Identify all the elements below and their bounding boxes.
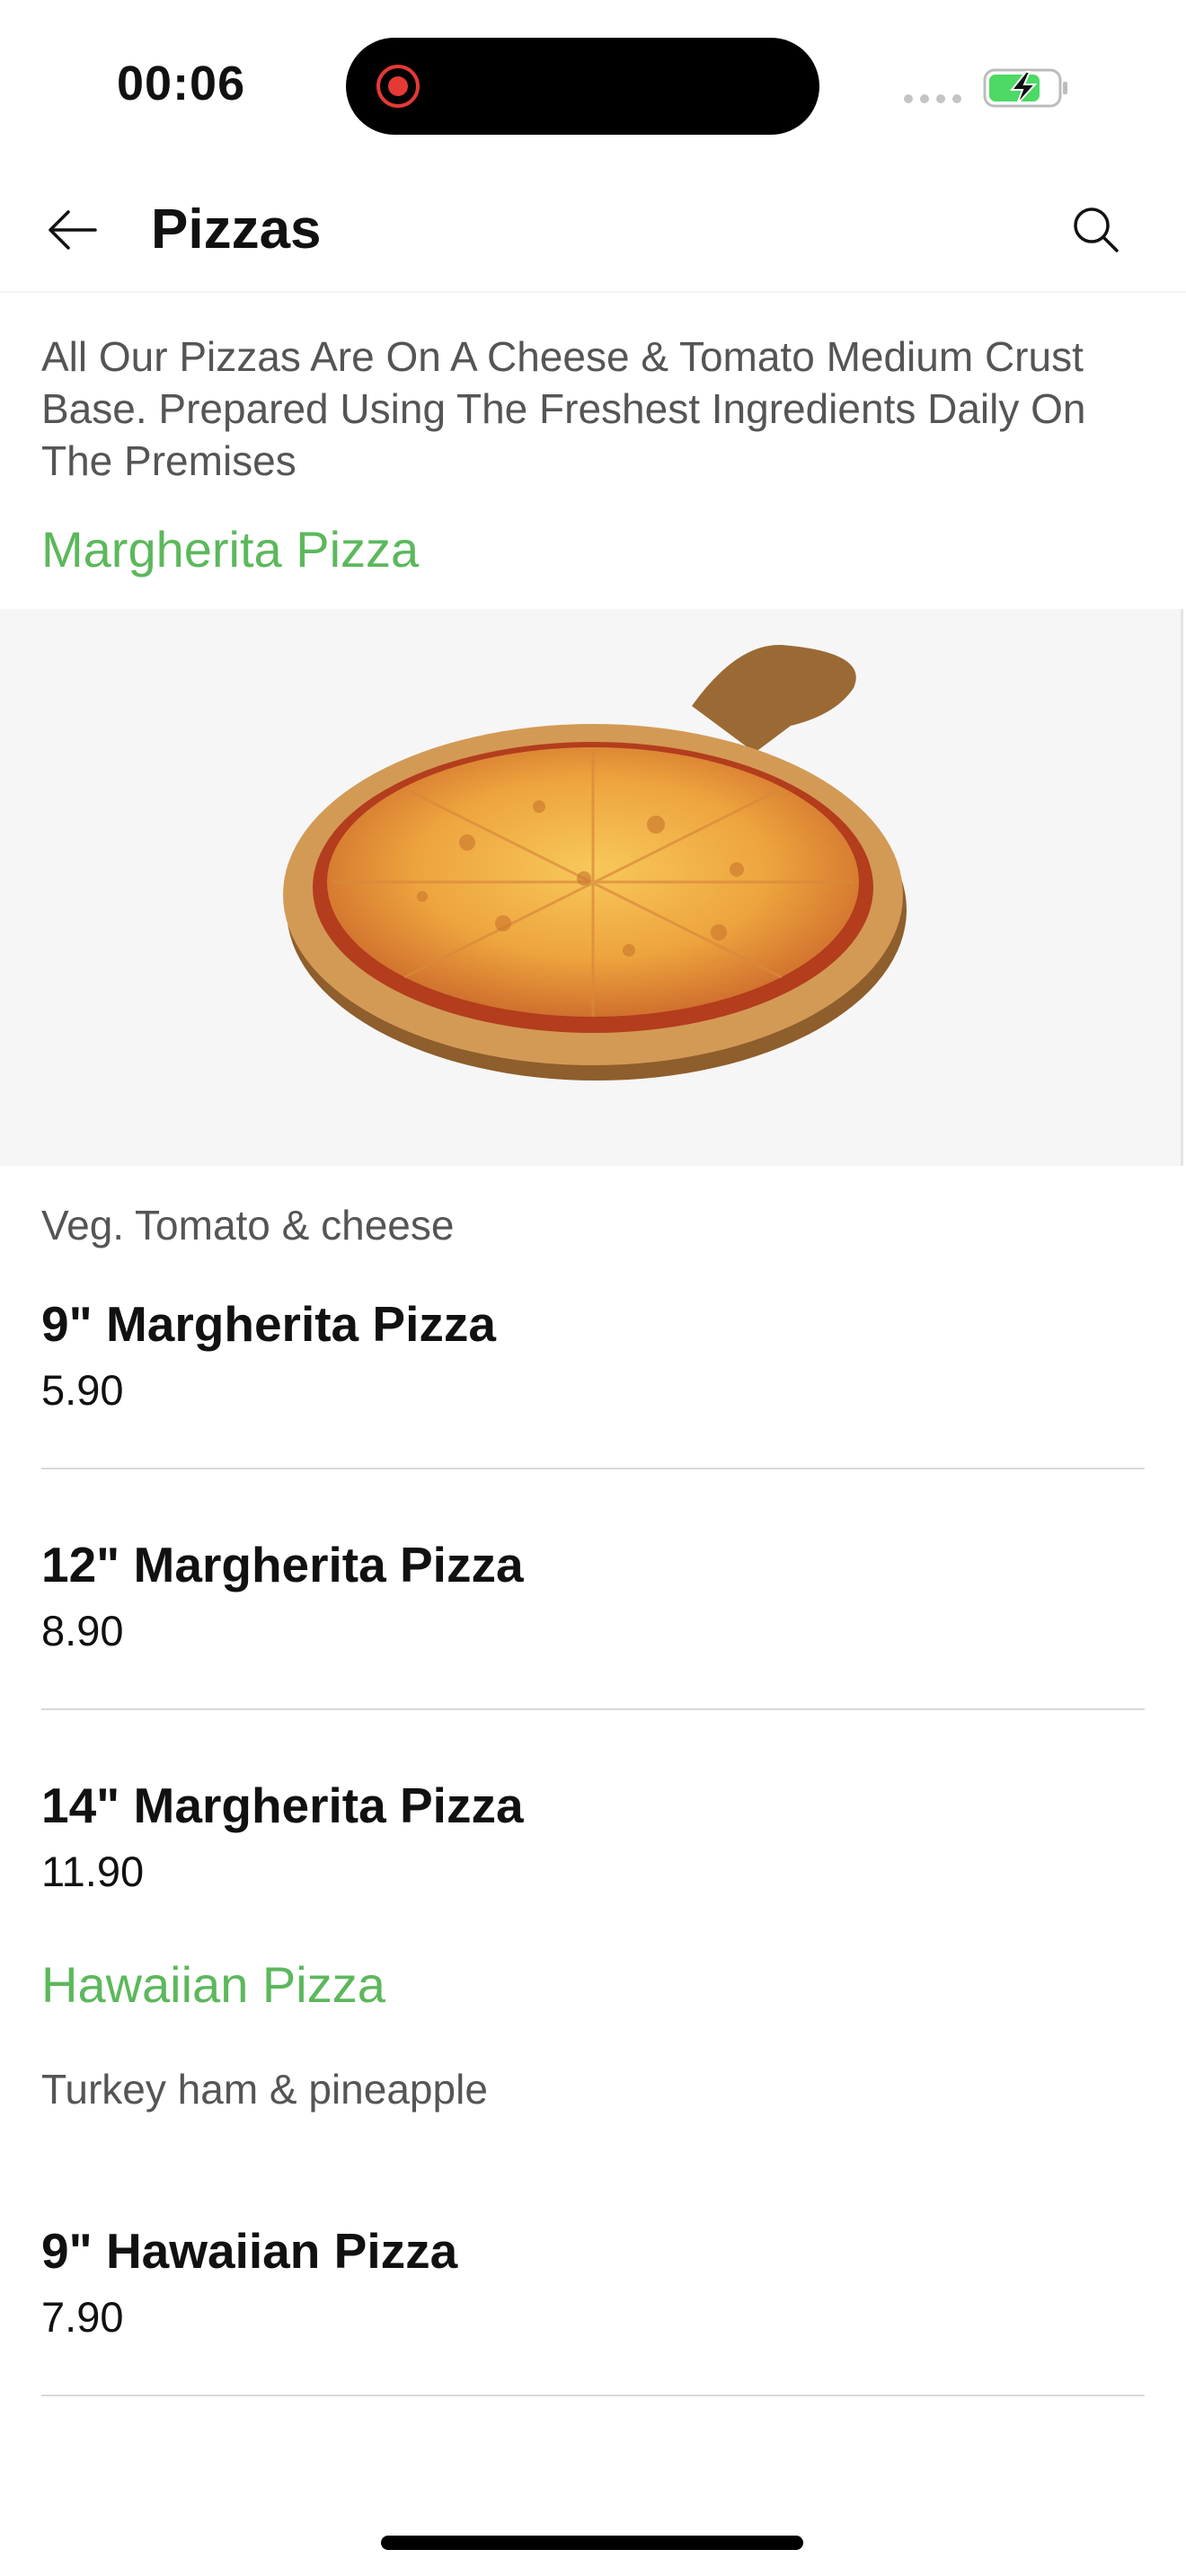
- item-price: 8.90: [41, 1607, 124, 1654]
- menu-item[interactable]: 9" Hawaiian Pizza 7.90: [41, 2222, 1145, 2396]
- back-arrow-icon: [49, 210, 97, 250]
- menu-item[interactable]: 12" Margherita Pizza 8.90: [41, 1469, 1145, 1710]
- menu-content[interactable]: All Our Pizzas Are On A Cheese & Tomato …: [0, 293, 1186, 2396]
- signal-icon: [904, 94, 961, 103]
- section-title-hawaiian: Hawaiian Pizza: [41, 1956, 385, 2013]
- section-title-margherita: Margherita Pizza: [41, 521, 420, 578]
- search-button[interactable]: [1060, 194, 1132, 266]
- menu-item[interactable]: 14" Margherita Pizza 11.90: [41, 1710, 1145, 1897]
- item-price: 7.90: [41, 2293, 124, 2341]
- status-time: 00:06: [117, 57, 246, 110]
- status-bar: 00:06: [0, 0, 1186, 171]
- pizza-image: [283, 644, 907, 1081]
- record-icon: [376, 65, 420, 108]
- section-description: Turkey ham & pineapple: [41, 2066, 488, 2113]
- app-bar: Pizzas: [0, 171, 1186, 293]
- section-description: Veg. Tomato & cheese: [41, 1202, 455, 1248]
- item-name: 12" Margherita Pizza: [41, 1537, 524, 1592]
- item-price: 5.90: [41, 1366, 124, 1414]
- category-intro: All Our Pizzas Are On A Cheese & Tomato …: [41, 333, 1086, 484]
- page-title: Pizzas: [151, 198, 322, 260]
- menu-item[interactable]: 9" Margherita Pizza 5.90: [41, 1295, 1145, 1469]
- dynamic-island: [346, 38, 819, 135]
- margherita-pizza-image: [0, 609, 1183, 1166]
- back-button[interactable]: [36, 194, 108, 266]
- home-indicator[interactable]: [381, 2536, 803, 2550]
- search-icon: [1074, 207, 1119, 252]
- battery-charging-icon: [983, 68, 1067, 108]
- item-name: 14" Margherita Pizza: [41, 1778, 524, 1833]
- item-name: 9" Hawaiian Pizza: [41, 2223, 458, 2279]
- item-price: 11.90: [41, 1848, 145, 1895]
- item-name: 9" Margherita Pizza: [41, 1296, 496, 1352]
